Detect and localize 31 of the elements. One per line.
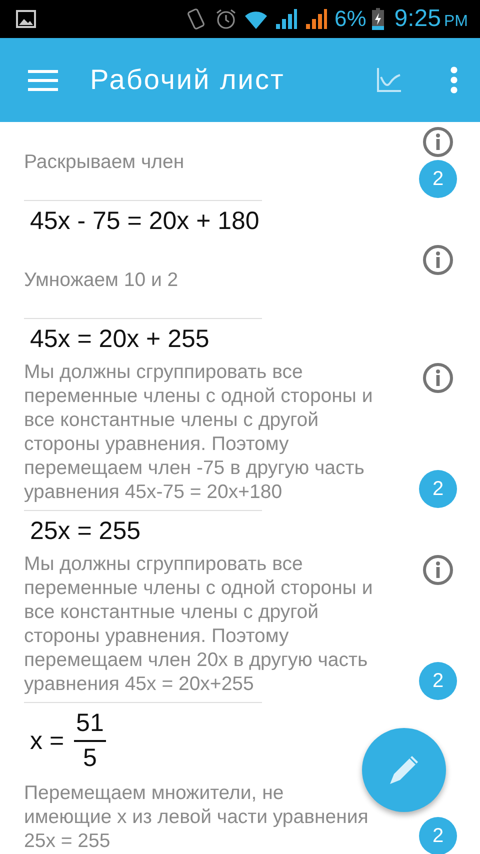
equation: 25x = 255 (29, 517, 141, 546)
step-explanation: Перемещаем множители, не имеющие x из левой части уравнения 25x = 255 (24, 781, 370, 854)
step-explanation: Мы должны сгруппировать все переменные члены с одной стороны и все константные члены с другой стороны уравнения. Поэтому перемещаем член 20x в другую часть уравнения 45x = 20x+255 (24, 552, 374, 697)
step-explanation: Раскрываем член (24, 150, 186, 175)
info-icon[interactable] (422, 362, 454, 394)
fraction-denominator: 5 (83, 743, 97, 773)
equation-lhs: x = (29, 726, 64, 756)
info-icon[interactable] (422, 554, 454, 586)
signal-icon (304, 7, 328, 31)
equation: 45x - 75 = 20x + 180 (29, 207, 260, 236)
alarm-icon (214, 7, 238, 31)
menu-icon[interactable] (28, 69, 58, 91)
clock-time: 9:25 (394, 5, 441, 33)
count-badge[interactable]: 2 (419, 160, 457, 198)
info-icon[interactable] (422, 126, 454, 158)
step-explanation: Умножаем 10 и 2 (24, 268, 180, 293)
count-badge[interactable]: 2 (419, 662, 457, 700)
step-explanation: Мы должны сгруппировать все переменные члены с одной стороны и все константные члены с другой стороны уравнения. Поэтому перемещаем член -75 в другую часть уравнения 45x-75 = 20x+180 (24, 360, 374, 505)
image-icon (16, 10, 36, 28)
edit-button[interactable] (362, 728, 446, 812)
battery-percent: 6% (334, 6, 366, 32)
count-badge[interactable]: 2 (419, 470, 457, 508)
info-icon[interactable] (422, 244, 454, 276)
battery-charging-icon (372, 8, 384, 30)
clock-ampm: PM (444, 13, 468, 31)
count-badge[interactable]: 2 (419, 817, 457, 854)
app-title: Рабочий лист (90, 64, 286, 96)
equation: 45x = 20x + 255 (29, 325, 210, 354)
fraction-numerator: 51 (74, 709, 106, 742)
signal-icon (274, 7, 298, 31)
more-icon[interactable] (450, 66, 458, 94)
